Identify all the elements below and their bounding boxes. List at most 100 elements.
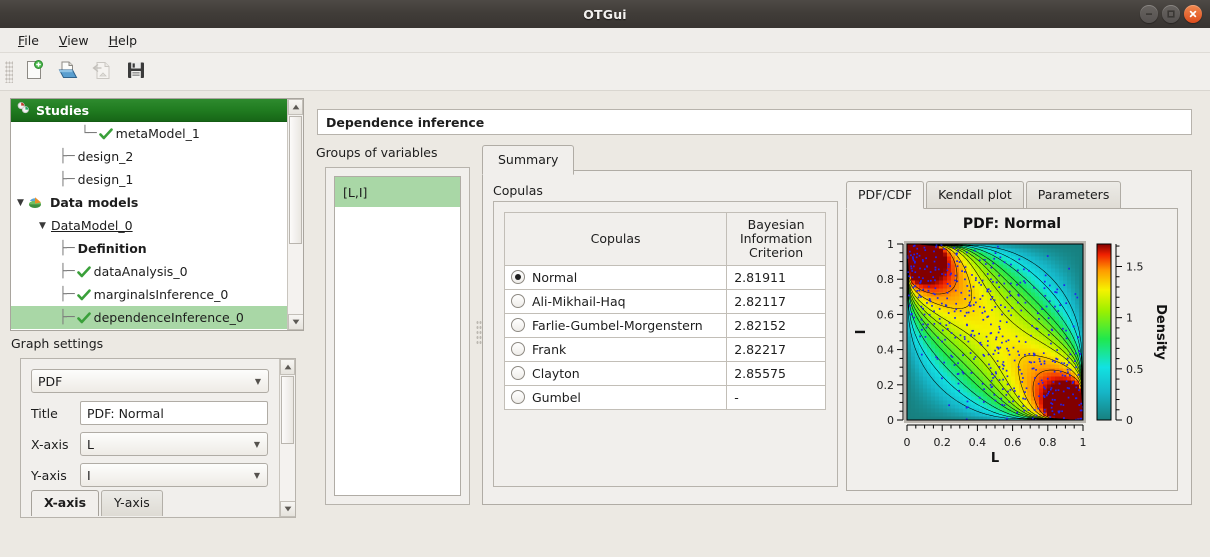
tree-item-design-2[interactable]: ├─ design_2 (11, 145, 303, 168)
status-check-icon (76, 310, 91, 325)
gs-scroll-up-button[interactable] (280, 359, 295, 375)
x-tick-label: 0 (904, 436, 911, 449)
tree-vertical-scrollbar[interactable] (287, 99, 303, 330)
minimize-button[interactable] (1140, 5, 1158, 23)
tree-scrollbar-thumb[interactable] (289, 116, 302, 244)
menu-help-rest: elp (118, 32, 138, 48)
x-axis-field-row: X-axis L ▼ (31, 432, 269, 456)
y-tick-label: 0.6 (877, 308, 895, 321)
open-study-button[interactable] (53, 57, 83, 87)
plot-type-combo[interactable]: PDF ▼ (31, 369, 269, 393)
bic-value-cell: - (726, 385, 826, 410)
studies-tree[interactable]: Studies └─ metaModel_1 ├─ design_2 ├─ design_… (10, 98, 304, 331)
open-folder-icon (57, 59, 79, 84)
copula-radio-button[interactable] (511, 342, 525, 356)
copulas-table: Copulas Bayesian Information Criterion Nor… (503, 212, 826, 410)
copula-name-label: Clayton (532, 366, 580, 381)
window-title: OTGui (583, 6, 627, 22)
copula-name-label: Frank (532, 342, 567, 357)
colorbar-tick-label: 1.5 (1126, 261, 1144, 274)
title-bar: OTGui (0, 0, 1210, 29)
copula-radio-button[interactable] (511, 270, 525, 284)
copula-name-cell[interactable]: Frank (503, 337, 728, 362)
copula-name-label: Gumbel (532, 390, 581, 405)
tree-scroll-down-button[interactable] (288, 314, 303, 330)
copula-name-cell[interactable]: Gumbel (503, 385, 728, 410)
copula-radio-button[interactable] (511, 366, 525, 380)
table-row[interactable]: Ali-Mikhail-Haq 2.82117 (503, 289, 826, 314)
copulas-table-frame: Copulas Bayesian Information Criterion Nor… (493, 201, 838, 487)
studies-tree-body: └─ metaModel_1 ├─ design_2 ├─ design_1 ▼ Data m… (11, 122, 303, 329)
x-tick-label: 0.8 (1039, 436, 1057, 449)
maximize-button[interactable] (1162, 5, 1180, 23)
copula-name-cell[interactable]: Clayton (503, 361, 728, 386)
tree-item-label: Definition (77, 241, 147, 256)
tree-item-design-1[interactable]: ├─ design_1 (11, 168, 303, 191)
x-axis-combo[interactable]: L ▼ (80, 432, 268, 456)
plot-panel: PDF/CDF Kendall plot Parameters PDF: Nor… (846, 181, 1178, 492)
import-script-button[interactable] (87, 57, 117, 87)
y-axis-label: I (854, 330, 869, 335)
y-axis-combo[interactable]: I ▼ (80, 463, 268, 487)
colorbar-label: Density (1153, 304, 1168, 360)
tree-item-dataanalysis-0[interactable]: ├─ dataAnalysis_0 (11, 260, 303, 283)
tab-summary[interactable]: Summary (482, 145, 575, 175)
chevron-down-icon[interactable]: ▼ (37, 221, 48, 231)
status-check-icon (76, 264, 91, 279)
tab-pdf-cdf[interactable]: PDF/CDF (846, 181, 925, 209)
x-axis-label: L (991, 451, 999, 466)
gs-scroll-down-button[interactable] (280, 501, 295, 517)
tree-item-dependenceinference-0[interactable]: ├─ dependenceInference_0 (11, 306, 303, 329)
save-study-button[interactable] (121, 57, 151, 87)
tab-x-axis[interactable]: X-axis (31, 490, 100, 516)
tree-item-definition[interactable]: ├─ Definition (11, 237, 303, 260)
tree-item-metamodel-1[interactable]: └─ metaModel_1 (11, 122, 303, 145)
groups-of-variables-label: Groups of variables (316, 145, 438, 160)
copula-name-cell[interactable]: Farlie-Gumbel-Morgenstern (503, 313, 728, 338)
tree-scroll-up-button[interactable] (288, 99, 303, 115)
x-tick-label: 0.2 (933, 436, 951, 449)
table-row[interactable]: Gumbel - (503, 385, 826, 410)
y-tick-label: 0.4 (877, 344, 895, 357)
graph-settings-scrollbar[interactable] (279, 359, 295, 517)
copula-radio-button[interactable] (511, 390, 525, 404)
chevron-down-icon[interactable]: ▼ (15, 198, 26, 208)
tree-item-label: Data models (50, 195, 139, 210)
graph-settings-panel: PDF ▼ Title PDF: Normal X-axis L ▼ Y-axi… (20, 358, 296, 518)
table-row[interactable]: Normal 2.81911 (503, 265, 826, 290)
column-header-bic: Bayesian Information Criterion (726, 212, 826, 266)
gs-scrollbar-thumb[interactable] (281, 376, 294, 444)
tab-parameters[interactable]: Parameters (1025, 181, 1122, 209)
tree-item-label: dataAnalysis_0 (93, 264, 188, 279)
tree-branch-line: ├─ (59, 149, 75, 164)
toolbar-grip[interactable] (5, 60, 13, 83)
menu-file[interactable]: File (8, 30, 49, 51)
column-header-bic-text: Bayesian Information Criterion (739, 217, 813, 260)
copula-name-cell[interactable]: Ali-Mikhail-Haq (503, 289, 728, 314)
menu-view[interactable]: View (49, 30, 99, 51)
copulas-group: Copulas Copulas Bayesian Information Crite… (493, 183, 838, 491)
copula-radio-button[interactable] (511, 318, 525, 332)
copula-name-cell[interactable]: Normal (503, 265, 728, 290)
x-tick-label: 1 (1080, 436, 1087, 449)
new-document-icon (23, 59, 45, 84)
new-study-button[interactable] (19, 57, 49, 87)
table-row[interactable]: Clayton 2.85575 (503, 361, 826, 386)
tab-kendall-plot[interactable]: Kendall plot (926, 181, 1024, 209)
tree-item-datamodel-0[interactable]: ▼ DataModel_0 (11, 214, 303, 237)
tree-item-marginalsinference-0[interactable]: ├─ marginalsInference_0 (11, 283, 303, 306)
tree-item-data-models[interactable]: ▼ Data models (11, 191, 303, 214)
tab-y-axis[interactable]: Y-axis (101, 490, 163, 516)
bic-value-cell: 2.82217 (726, 337, 826, 362)
title-input[interactable]: PDF: Normal (80, 401, 268, 425)
copula-radio-button[interactable] (511, 294, 525, 308)
y-tick-label: 1 (887, 238, 894, 251)
menu-help[interactable]: Help (99, 30, 148, 51)
table-row[interactable]: Farlie-Gumbel-Morgenstern 2.82152 (503, 313, 826, 338)
list-item[interactable]: [L,I] (335, 177, 460, 207)
tree-item-label: DataModel_0 (51, 218, 133, 233)
table-row[interactable]: Frank 2.82217 (503, 337, 826, 362)
groups-list[interactable]: [L,I] (334, 176, 461, 496)
close-button[interactable] (1184, 5, 1202, 23)
tree-item-label: design_1 (77, 172, 134, 187)
